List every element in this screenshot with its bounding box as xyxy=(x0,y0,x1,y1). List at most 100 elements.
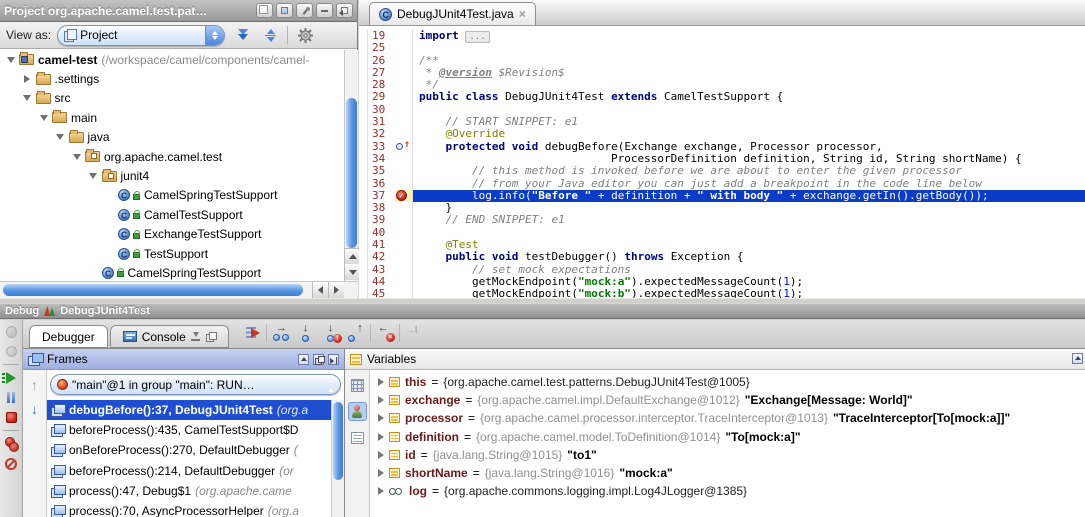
tree-item-java[interactable]: java xyxy=(0,128,344,147)
autoscroll-to-source-button[interactable] xyxy=(231,25,253,45)
gutter-icon-area[interactable] xyxy=(395,202,412,214)
minimize-window-icon[interactable] xyxy=(316,3,333,18)
gutter-icon-area[interactable] xyxy=(395,264,412,276)
variable-row[interactable]: id = {java.lang.String@1015}"to1" xyxy=(370,446,1085,464)
tree-item--settings[interactable]: .settings xyxy=(0,69,344,88)
chevron-right-icon[interactable] xyxy=(21,73,34,86)
float-tab-icon[interactable] xyxy=(206,332,216,342)
tree-item-src[interactable]: src xyxy=(0,89,344,108)
view-breakpoints-button[interactable] xyxy=(3,436,19,451)
stack-frame-row[interactable]: process():47, Debug$1 (org.apache.came xyxy=(47,481,344,501)
overrides-method-icon[interactable]: ↑ xyxy=(396,141,410,152)
variable-row[interactable]: log = {org.apache.commons.logging.impl.L… xyxy=(370,482,1085,500)
scroll-up-button[interactable] xyxy=(344,248,360,264)
expand-arrow-icon[interactable] xyxy=(378,469,384,477)
chevron-down-icon[interactable] xyxy=(70,150,83,163)
collapse-all-button[interactable] xyxy=(259,25,281,45)
tab-console[interactable]: Console xyxy=(110,325,229,348)
chevron-down-icon[interactable] xyxy=(37,111,50,124)
pause-output-button[interactable] xyxy=(3,344,19,359)
tree-item-camelspringtestsupport[interactable]: CCamelSpringTestSupport xyxy=(0,263,344,281)
line-number[interactable]: 45 xyxy=(368,288,395,298)
stack-frame-row[interactable]: process():70, AsyncProcessorHelper (org.… xyxy=(47,501,344,517)
chevron-down-icon[interactable] xyxy=(4,53,17,66)
vscroll-thumb[interactable] xyxy=(333,402,343,480)
gutter-icon-area[interactable] xyxy=(395,91,412,103)
pin-window-icon[interactable] xyxy=(296,3,313,18)
gutter-icon-area[interactable] xyxy=(395,288,412,298)
variable-row[interactable]: definition = {org.apache.camel.model.ToD… xyxy=(370,428,1085,446)
pop-frame-icon[interactable] xyxy=(298,354,309,365)
code-editor[interactable]: 19import ...2526/**27 * @version $Revisi… xyxy=(359,27,1085,298)
gutter-icon-area[interactable] xyxy=(395,79,412,91)
settings-gear-button[interactable] xyxy=(294,25,316,45)
hide-panel-icon[interactable] xyxy=(328,354,339,365)
scroll-down-button[interactable] xyxy=(344,264,360,280)
project-tree-hscrollbar[interactable] xyxy=(0,281,358,298)
run-to-cursor-button[interactable]: →I xyxy=(403,323,425,343)
gutter-icon-area[interactable] xyxy=(395,239,412,251)
line-number[interactable]: 32 xyxy=(368,128,395,140)
expand-arrow-icon[interactable] xyxy=(378,433,384,441)
gutter-icon-area[interactable] xyxy=(395,30,412,42)
hide-window-icon[interactable] xyxy=(336,3,353,18)
stop-button[interactable] xyxy=(3,410,19,425)
stack-frame-row[interactable]: beforeProcess():435, CamelTestSupport$D xyxy=(47,420,344,440)
tree-item-testsupport[interactable]: CTestSupport xyxy=(0,244,344,263)
mute-breakpoints-button[interactable] xyxy=(3,456,19,471)
line-number[interactable]: 42 xyxy=(368,251,395,263)
resume-button[interactable] xyxy=(3,370,19,385)
panel-options-icon[interactable] xyxy=(1072,353,1083,364)
line-number[interactable]: 39 xyxy=(368,214,395,226)
vscroll-thumb[interactable] xyxy=(346,98,357,248)
gutter-icon-area[interactable] xyxy=(395,67,412,79)
gutter-icon-area[interactable] xyxy=(395,227,412,239)
expand-arrow-icon[interactable] xyxy=(378,487,384,495)
evaluate-expression-button[interactable] xyxy=(348,376,367,395)
float-window-icon[interactable] xyxy=(256,3,273,18)
gutter-icon-area[interactable] xyxy=(395,251,412,263)
scroll-left-button[interactable] xyxy=(312,282,328,298)
expand-arrow-icon[interactable] xyxy=(378,414,384,422)
expand-arrow-icon[interactable] xyxy=(378,378,384,386)
gutter-icon-area[interactable] xyxy=(395,116,412,128)
tree-item-camel-test[interactable]: camel-test (/workspace/camel/components/… xyxy=(0,50,344,69)
previous-frame-button[interactable]: ↑ xyxy=(31,378,38,392)
watches-button[interactable] xyxy=(348,402,367,421)
tree-item-cameltestsupport[interactable]: CCamelTestSupport xyxy=(0,205,344,224)
dock-window-icon[interactable] xyxy=(276,3,293,18)
project-tree-vscrollbar[interactable] xyxy=(344,50,358,281)
show-execution-point-button[interactable] xyxy=(241,323,263,343)
tree-item-org-apache-camel-test[interactable]: org.apache.camel.test xyxy=(0,147,344,166)
gutter-icon-area[interactable] xyxy=(395,190,412,202)
variable-row[interactable]: processor = {org.apache.camel.processor.… xyxy=(370,409,1085,427)
expand-arrow-icon[interactable] xyxy=(378,396,384,404)
line-number[interactable]: 36 xyxy=(368,178,395,190)
stack-frame-row[interactable]: debugBefore():37, DebugJUnit4Test (org.a xyxy=(47,400,344,420)
tree-item-camelspringtestsupport[interactable]: CCamelSpringTestSupport xyxy=(0,186,344,205)
rerun-button[interactable] xyxy=(3,324,19,339)
step-into-button[interactable]: ↓ xyxy=(295,323,317,343)
tree-item-exchangetestsupport[interactable]: CExchangeTestSupport xyxy=(0,225,344,244)
gutter-icon-area[interactable] xyxy=(395,165,412,177)
gutter-icon-area[interactable] xyxy=(395,276,412,288)
editor-tab[interactable]: C DebugJUnit4Test.java × xyxy=(369,2,536,25)
close-tab-icon[interactable]: × xyxy=(519,8,526,20)
line-number[interactable]: 25 xyxy=(368,42,395,54)
line-number[interactable]: 29 xyxy=(368,91,395,103)
dock-tab-icon[interactable] xyxy=(191,332,201,342)
variable-row[interactable]: shortName = {java.lang.String@1016}"mock… xyxy=(370,464,1085,482)
gutter-icon-area[interactable] xyxy=(395,104,412,116)
float-panel-icon[interactable] xyxy=(313,354,324,365)
next-frame-button[interactable]: ↓ xyxy=(31,402,38,416)
hscroll-thumb[interactable] xyxy=(3,284,303,296)
gutter-icon-area[interactable] xyxy=(395,55,412,67)
tree-item-main[interactable]: main xyxy=(0,108,344,127)
view-options-button[interactable] xyxy=(348,428,367,447)
gutter-icon-area[interactable] xyxy=(395,178,412,190)
chevron-down-icon[interactable] xyxy=(21,92,34,105)
gutter-icon-area[interactable]: ↑ xyxy=(395,141,412,153)
scroll-right-button[interactable] xyxy=(328,282,344,298)
pop-frame-button[interactable]: ←× xyxy=(374,323,396,343)
variable-row[interactable]: this = {org.apache.camel.test.patterns.D… xyxy=(370,373,1085,391)
